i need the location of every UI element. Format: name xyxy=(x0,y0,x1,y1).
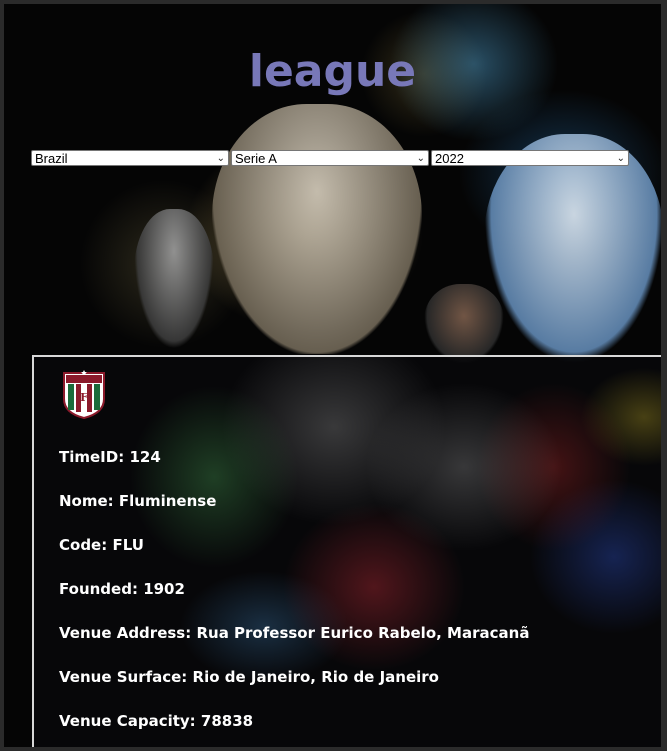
svg-text:F: F xyxy=(80,391,88,404)
detail-value: FLU xyxy=(112,536,144,554)
detail-label: Founded: xyxy=(59,580,138,598)
chevron-down-icon: ⌄ xyxy=(616,153,625,164)
detail-value: Rio de Janeiro, Rio de Janeiro xyxy=(192,668,439,686)
country-select-value: Brazil xyxy=(35,151,68,166)
detail-label: Venue Address: xyxy=(59,624,192,642)
detail-label: Venue Capacity: xyxy=(59,712,196,730)
team-detail-row: Nome: Fluminense xyxy=(59,491,529,535)
chevron-down-icon: ⌄ xyxy=(416,153,425,164)
detail-value: 78838 xyxy=(200,712,254,730)
team-detail-row: Founded: 1902 xyxy=(59,579,529,623)
team-detail-row: Venue Surface: Rio de Janeiro, Rio de Ja… xyxy=(59,667,529,711)
detail-label: Code: xyxy=(59,536,108,554)
app-frame: league Brazil ⌄ Serie A ⌄ 2022 ⌄ F TimeI… xyxy=(4,4,661,747)
team-detail-row: Code: FLU xyxy=(59,535,529,579)
team-info-card: F TimeID: 124 Nome: Fluminense Code: FLU… xyxy=(32,355,661,747)
detail-value: 1902 xyxy=(143,580,185,598)
league-select-value: Serie A xyxy=(235,151,277,166)
season-select[interactable]: 2022 ⌄ xyxy=(431,150,629,166)
team-details: TimeID: 124 Nome: Fluminense Code: FLU F… xyxy=(59,447,529,747)
background-player xyxy=(212,104,422,354)
team-detail-row: Venue Capacity: 78838 xyxy=(59,711,529,747)
detail-label: Nome: xyxy=(59,492,114,510)
background-player xyxy=(484,134,661,364)
fluminense-crest-icon: F xyxy=(63,370,105,419)
season-select-value: 2022 xyxy=(435,151,464,166)
detail-label: Venue Surface: xyxy=(59,668,188,686)
background-player xyxy=(134,209,214,349)
detail-value: Rua Professor Eurico Rabelo, Maracanã xyxy=(196,624,530,642)
country-select[interactable]: Brazil ⌄ xyxy=(31,150,229,166)
league-select[interactable]: Serie A ⌄ xyxy=(231,150,429,166)
team-detail-row: Venue Address: Rua Professor Eurico Rabe… xyxy=(59,623,529,667)
background-player xyxy=(424,284,504,364)
chevron-down-icon: ⌄ xyxy=(216,153,225,164)
page-title: league xyxy=(248,46,417,97)
team-detail-row: TimeID: 124 xyxy=(59,447,529,491)
filter-bar: Brazil ⌄ Serie A ⌄ 2022 ⌄ xyxy=(31,150,629,166)
detail-label: TimeID: xyxy=(59,448,125,466)
detail-value: 124 xyxy=(129,448,161,466)
detail-value: Fluminense xyxy=(118,492,217,510)
